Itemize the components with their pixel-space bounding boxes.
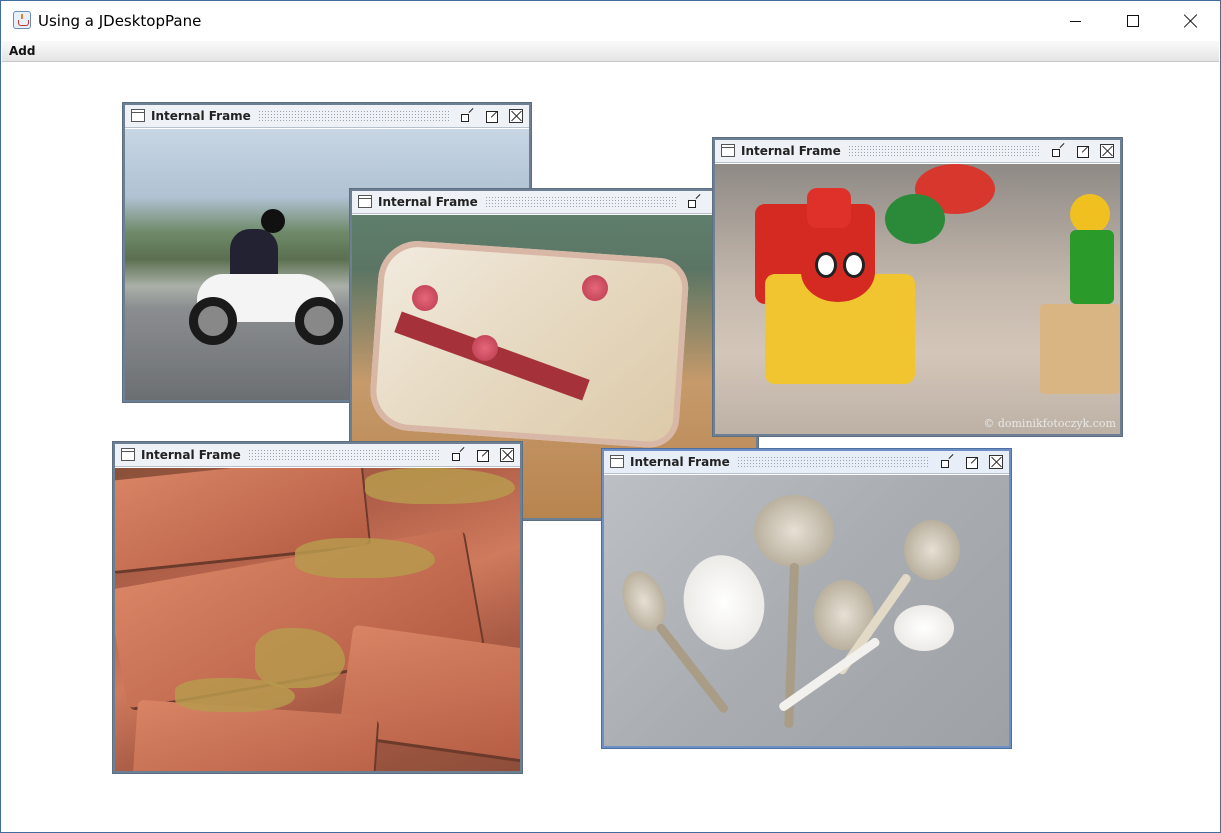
internal-frame-titlebar[interactable]: Internal Frame: [115, 444, 520, 467]
menu-bar: Add: [2, 41, 1219, 62]
window-titlebar[interactable]: Using a JDesktopPane: [1, 1, 1220, 41]
titlebar-grip: [464, 196, 676, 208]
moss-shape: [365, 468, 515, 504]
internal-frame-titlebar[interactable]: Internal Frame: [604, 451, 1009, 474]
maximize-icon[interactable]: [1076, 144, 1090, 158]
maximize-button[interactable]: [1104, 1, 1162, 41]
titlebar-grip: [237, 110, 449, 122]
rear-wheel-shape: [189, 297, 237, 345]
white-spoon-shape: [894, 605, 954, 651]
titlebar-grip: [716, 456, 929, 468]
block-shape: [1040, 304, 1120, 394]
frame-icon: [131, 109, 145, 122]
maximize-icon[interactable]: [485, 109, 499, 123]
maximize-icon: [1127, 15, 1139, 27]
photo-spoons: [604, 475, 1009, 746]
close-icon[interactable]: [989, 455, 1003, 469]
internal-frame-title: Internal Frame: [141, 448, 247, 462]
train-face-shape: [801, 242, 875, 302]
titlebar-grip: [827, 145, 1040, 157]
internal-frame-bricks[interactable]: Internal Frame: [112, 441, 523, 774]
internal-frame-spoons[interactable]: Internal Frame: [601, 448, 1012, 749]
close-button[interactable]: [1162, 1, 1220, 41]
minimize-icon: [1069, 20, 1081, 22]
close-icon[interactable]: [509, 109, 523, 123]
frame-icon: [721, 144, 735, 157]
flower-shape: [472, 335, 498, 361]
iconify-icon[interactable]: [1052, 144, 1066, 158]
menu-add[interactable]: Add: [9, 44, 35, 58]
bead-shape: [1070, 230, 1114, 304]
flower-shape: [582, 275, 608, 301]
internal-frame-title: Internal Frame: [378, 195, 484, 209]
front-wheel-shape: [295, 297, 343, 345]
spoon-shape: [754, 495, 834, 567]
book-shape: [367, 238, 691, 450]
close-icon[interactable]: [1100, 144, 1114, 158]
helmet-shape: [261, 209, 285, 233]
bead-shape: [1070, 194, 1110, 234]
titlebar-grip: [227, 449, 440, 461]
internal-frame-titlebar[interactable]: Internal Frame: [125, 105, 529, 128]
moss-shape: [295, 538, 435, 578]
maximize-icon[interactable]: [965, 455, 979, 469]
maximize-icon[interactable]: [476, 448, 490, 462]
iconify-icon[interactable]: [688, 195, 702, 209]
moss-shape: [175, 678, 295, 712]
frame-icon: [121, 448, 135, 461]
spoon-shape: [904, 520, 960, 580]
frame-icon: [358, 195, 372, 208]
internal-frame-titlebar[interactable]: Internal Frame: [715, 140, 1120, 163]
flower-shape: [412, 285, 438, 311]
train-eye-shape: [815, 252, 837, 278]
desktop-pane[interactable]: Internal Frame Internal Frame Internal F…: [2, 63, 1219, 831]
app-window: Using a JDesktopPane Add Internal Frame: [0, 0, 1221, 833]
minimize-button[interactable]: [1046, 1, 1104, 41]
internal-frame-title: Internal Frame: [151, 109, 257, 123]
internal-frame-title: Internal Frame: [630, 455, 736, 469]
close-icon: [1184, 14, 1198, 28]
train-chimney-shape: [807, 188, 851, 228]
close-icon[interactable]: [500, 448, 514, 462]
iconify-icon[interactable]: [941, 455, 955, 469]
photo-bricks: [115, 468, 520, 771]
internal-frame-titlebar[interactable]: Internal Frame: [352, 191, 756, 214]
frame-icon: [610, 455, 624, 468]
iconify-icon[interactable]: [461, 109, 475, 123]
iconify-icon[interactable]: [452, 448, 466, 462]
train-eye-shape: [843, 252, 865, 278]
bead-shape: [885, 194, 945, 244]
photo-watermark: © dominikfotoczyk.com: [983, 417, 1116, 430]
window-title: Using a JDesktopPane: [38, 12, 202, 30]
ceramic-spoon-shape: [674, 547, 774, 658]
java-app-icon: [13, 11, 31, 29]
photo-toy-train: © dominikfotoczyk.com: [715, 164, 1120, 434]
internal-frame-toy-train[interactable]: Internal Frame © dominikfotoczyk.com: [712, 137, 1123, 437]
internal-frame-title: Internal Frame: [741, 144, 847, 158]
